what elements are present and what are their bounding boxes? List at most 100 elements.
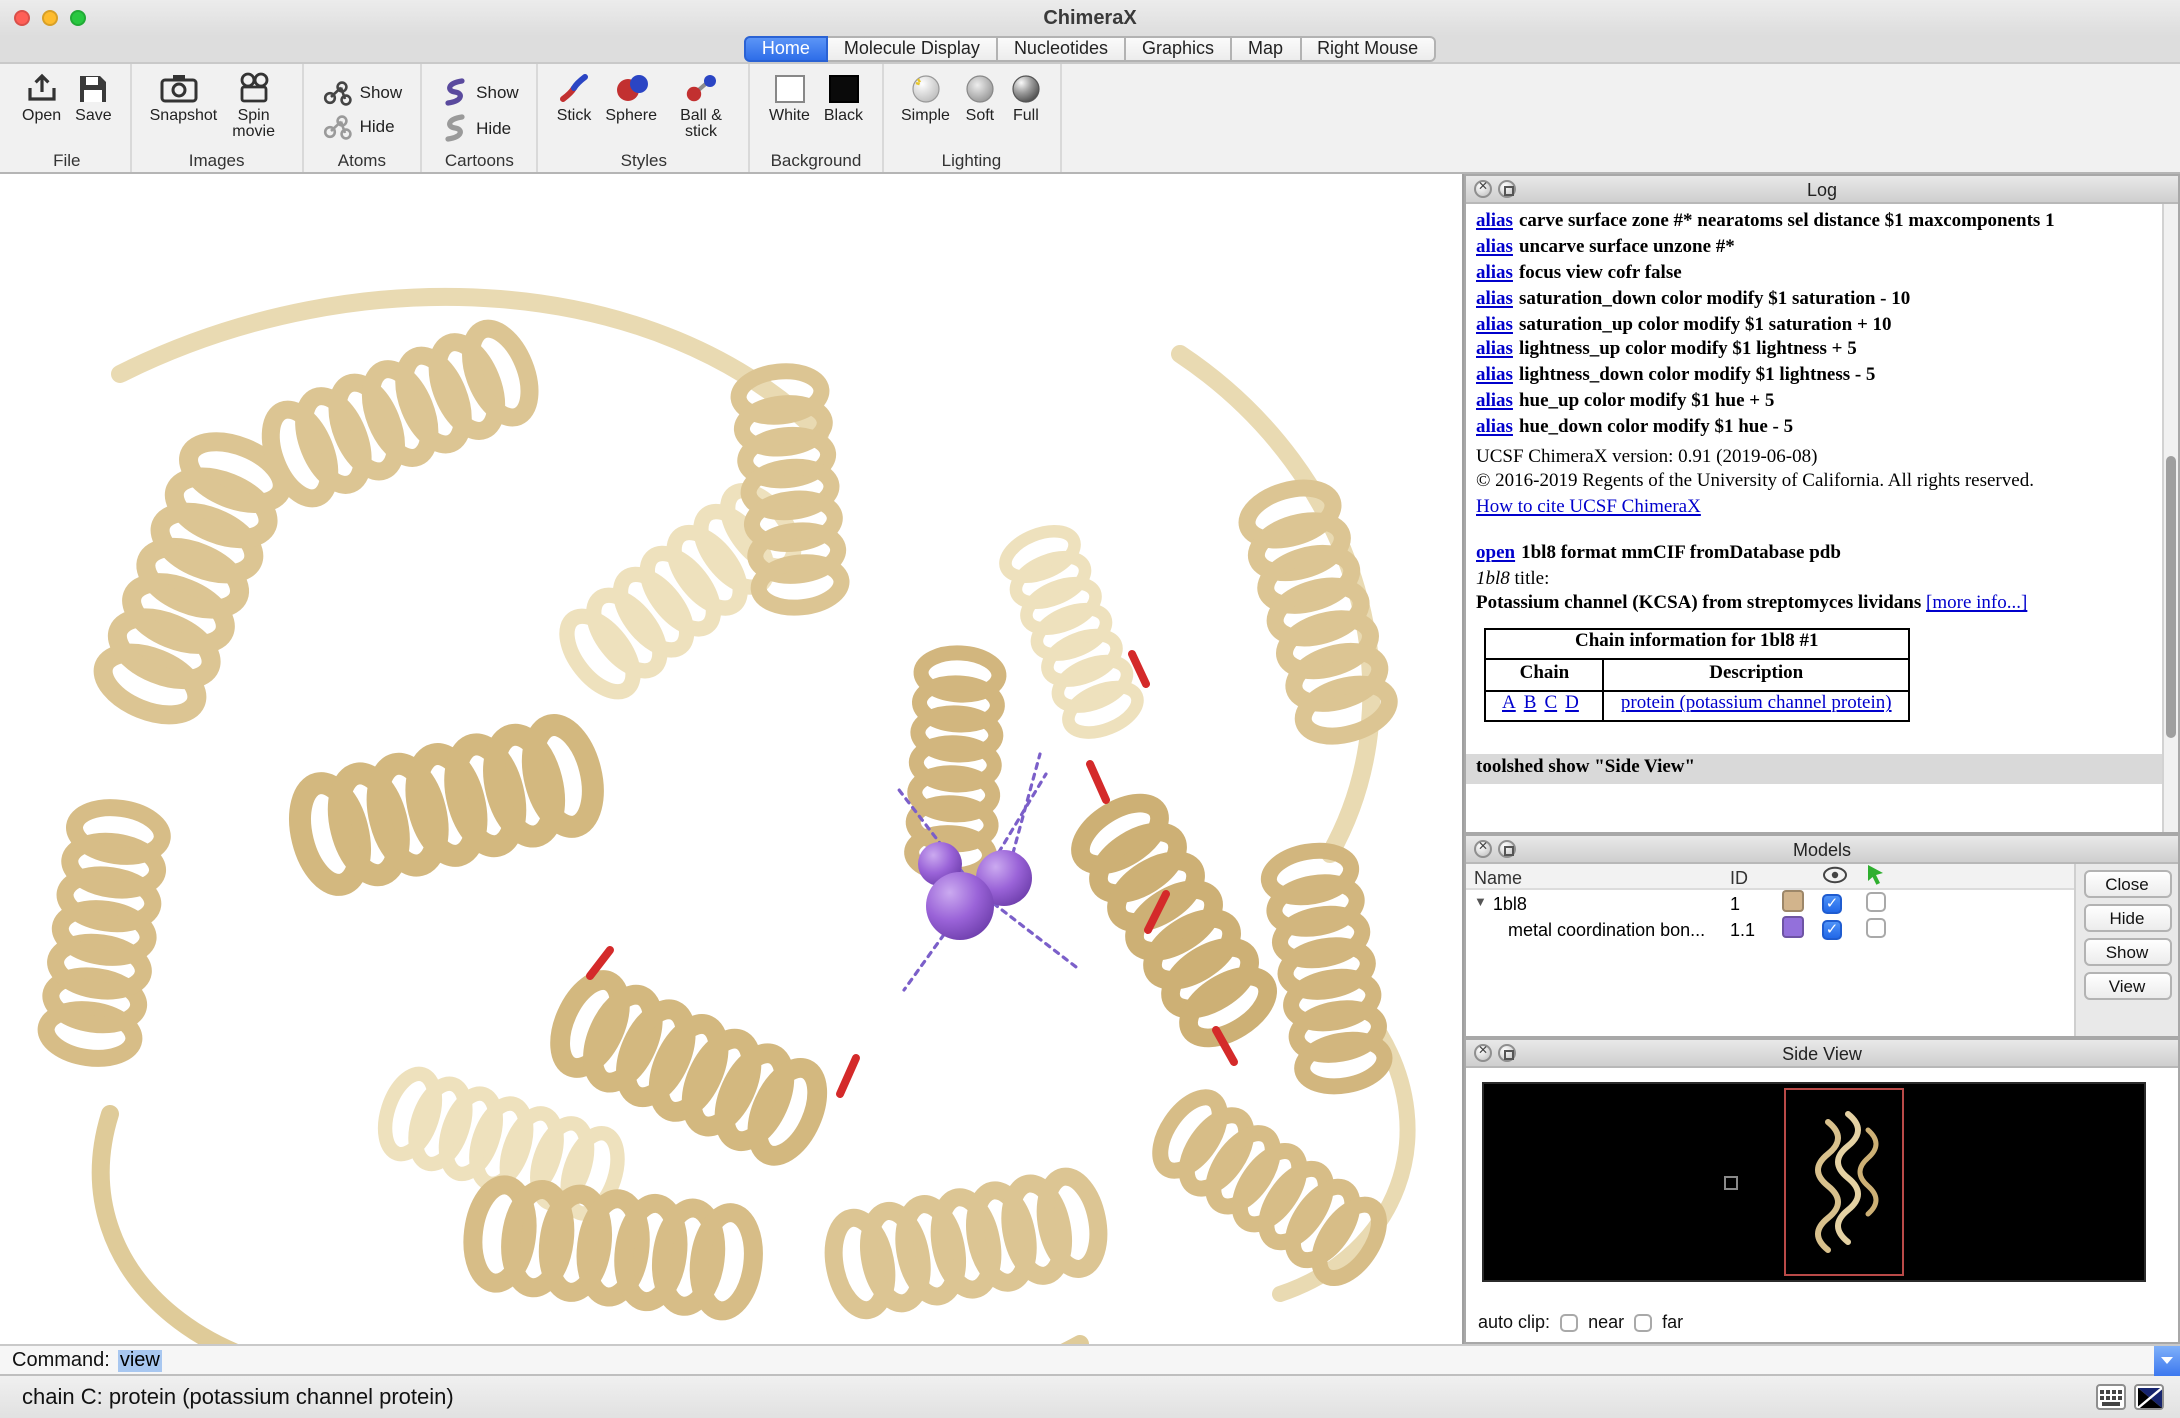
tab-molecule-display[interactable]: Molecule Display (828, 36, 998, 62)
undock-panel-icon[interactable] (1498, 840, 1516, 858)
command-history-dropdown[interactable] (2154, 1345, 2180, 1375)
chain-a-link[interactable]: A (1502, 694, 1516, 714)
spin-movie-button[interactable]: Spin movie (224, 70, 284, 142)
model-row-1bl8[interactable]: ▼1bl8 1 ✓ (1466, 890, 2074, 916)
models-button-column: Close Hide Show View (2074, 864, 2178, 1036)
model-row-metal-coordination[interactable]: metal coordination bon... 1.1 ✓ (1466, 916, 2074, 942)
soft-lighting-button[interactable]: Soft (964, 70, 996, 125)
chain-info-table: Chain information for 1bl8 #1 Chain Desc… (1484, 628, 1910, 722)
chain-description-link[interactable]: protein (potassium channel protein) (1621, 694, 1892, 714)
open-button[interactable]: Open (22, 70, 61, 125)
model-color-swatch[interactable] (1782, 890, 1804, 912)
toolshed-command-line: toolshed show "Side View" (1466, 754, 2162, 785)
model-shown-checkbox[interactable]: ✓ (1822, 894, 1842, 914)
ribbon-tab-bar: Home Molecule Display Nucleotides Graphi… (0, 36, 2180, 62)
toolbar-section-atoms: Show Hide Atoms (304, 64, 423, 172)
stick-style-button[interactable]: Stick (557, 70, 592, 125)
keyboard-icon[interactable] (2096, 1384, 2126, 1410)
log-alias-line: aliaslightness_down color modify $1 ligh… (1476, 367, 2152, 390)
chain-column-header: Chain (1485, 660, 1604, 691)
sphere-style-button[interactable]: Sphere (605, 70, 657, 125)
alias-link[interactable]: alias (1476, 315, 1513, 335)
far-clip-checkbox[interactable] (1634, 1313, 1652, 1331)
simple-lighting-button[interactable]: Simple (901, 70, 950, 125)
side-view-canvas[interactable] (1482, 1082, 2146, 1282)
open-link[interactable]: open (1476, 543, 1515, 563)
near-clip-checkbox[interactable] (1560, 1313, 1578, 1331)
ball-and-stick-style-button[interactable]: Ball & stick (671, 70, 731, 142)
model-selected-checkbox[interactable] (1866, 917, 1886, 937)
titlebar[interactable]: ChimeraX (0, 0, 2180, 36)
viewport-3d[interactable] (0, 174, 1464, 1344)
alias-link[interactable]: alias (1476, 238, 1513, 258)
models-panel-header[interactable]: ✕ Models (1466, 836, 2178, 864)
toolbar-section-images: Snapshot Spin movie Images (132, 64, 304, 172)
undock-panel-icon[interactable] (1498, 180, 1516, 198)
chain-c-link[interactable]: C (1544, 694, 1557, 714)
select-cursor-icon (1866, 864, 1886, 886)
alias-link[interactable]: alias (1476, 264, 1513, 284)
tab-right-mouse[interactable]: Right Mouse (1301, 36, 1436, 62)
chain-b-link[interactable]: B (1524, 694, 1537, 714)
models-panel-title: Models (1466, 839, 2178, 859)
models-panel: ✕ Models Name ID (1464, 834, 2180, 1038)
log-alias-line: aliascarve surface zone #* nearatoms sel… (1476, 212, 2152, 235)
command-input[interactable]: view (118, 1346, 2154, 1374)
side-view-panel: ✕ Side View (1464, 1038, 2180, 1344)
models-view-button[interactable]: View (2083, 972, 2171, 1000)
close-panel-icon[interactable]: ✕ (1474, 1044, 1492, 1062)
tab-nucleotides[interactable]: Nucleotides (998, 36, 1126, 62)
log-content[interactable]: aliascarve surface zone #* nearatoms sel… (1466, 204, 2162, 832)
home-toolbar: Open Save File Snapshot (0, 62, 2180, 174)
snapshot-button[interactable]: Snapshot (150, 70, 210, 125)
save-button[interactable]: Save (75, 70, 111, 125)
description-column-header: Description (1604, 660, 1909, 691)
black-square-icon (827, 70, 859, 106)
white-background-button[interactable]: White (769, 70, 810, 125)
side-view-panel-header[interactable]: ✕ Side View (1466, 1040, 2178, 1068)
model-shown-checkbox[interactable]: ✓ (1822, 920, 1842, 940)
potassium-ion[interactable] (926, 872, 994, 940)
close-panel-icon[interactable]: ✕ (1474, 180, 1492, 198)
atoms-show-button[interactable]: Show (322, 79, 403, 105)
alias-link[interactable]: alias (1476, 341, 1513, 361)
alias-link[interactable]: alias (1476, 289, 1513, 309)
log-panel-header[interactable]: ✕ Log (1466, 176, 2178, 204)
far-clip-label: far (1662, 1312, 1683, 1332)
atoms-icon (322, 79, 352, 105)
alias-link[interactable]: alias (1476, 212, 1513, 232)
undock-panel-icon[interactable] (1498, 1044, 1516, 1062)
atoms-hide-button[interactable]: Hide (322, 113, 403, 139)
alias-link[interactable]: alias (1476, 392, 1513, 412)
log-panel: ✕ Log aliascarve surface zone #* nearato… (1464, 174, 2180, 834)
tab-graphics[interactable]: Graphics (1126, 36, 1232, 62)
more-info-link[interactable]: [more info...] (1926, 595, 2027, 615)
alias-link[interactable]: alias (1476, 367, 1513, 387)
view-frustum-frame (1784, 1088, 1904, 1276)
save-floppy-icon (78, 70, 108, 106)
tab-home[interactable]: Home (744, 36, 828, 62)
model-selected-checkbox[interactable] (1866, 891, 1886, 911)
model-color-swatch[interactable] (1782, 916, 1804, 938)
black-background-button[interactable]: Black (824, 70, 863, 125)
full-lighting-button[interactable]: Full (1010, 70, 1042, 125)
scrollbar-thumb[interactable] (2166, 455, 2176, 738)
version-line: UCSF ChimeraX version: 0.91 (2019-06-08) (1476, 447, 2152, 470)
cartoons-show-button[interactable]: Show (440, 77, 519, 105)
chain-d-link[interactable]: D (1565, 694, 1579, 714)
models-hide-button[interactable]: Hide (2083, 904, 2171, 932)
contrast-icon[interactable] (2134, 1384, 2164, 1410)
alias-link[interactable]: alias (1476, 418, 1513, 438)
models-show-button[interactable]: Show (2083, 938, 2171, 966)
tab-map[interactable]: Map (1232, 36, 1301, 62)
eye-position-handle[interactable] (1724, 1176, 1738, 1190)
cartoons-hide-button[interactable]: Hide (440, 113, 519, 141)
models-close-button[interactable]: Close (2083, 870, 2171, 898)
log-scrollbar[interactable] (2162, 204, 2178, 832)
ribbon-hidden-icon (440, 113, 468, 141)
ribbon-icon (440, 77, 468, 105)
disclosure-triangle-icon[interactable]: ▼ (1474, 896, 1487, 910)
molecule-title-line: Potassium channel (KCSA) from streptomyc… (1476, 595, 2152, 618)
close-panel-icon[interactable]: ✕ (1474, 840, 1492, 858)
cite-link[interactable]: How to cite UCSF ChimeraX (1476, 499, 1701, 519)
